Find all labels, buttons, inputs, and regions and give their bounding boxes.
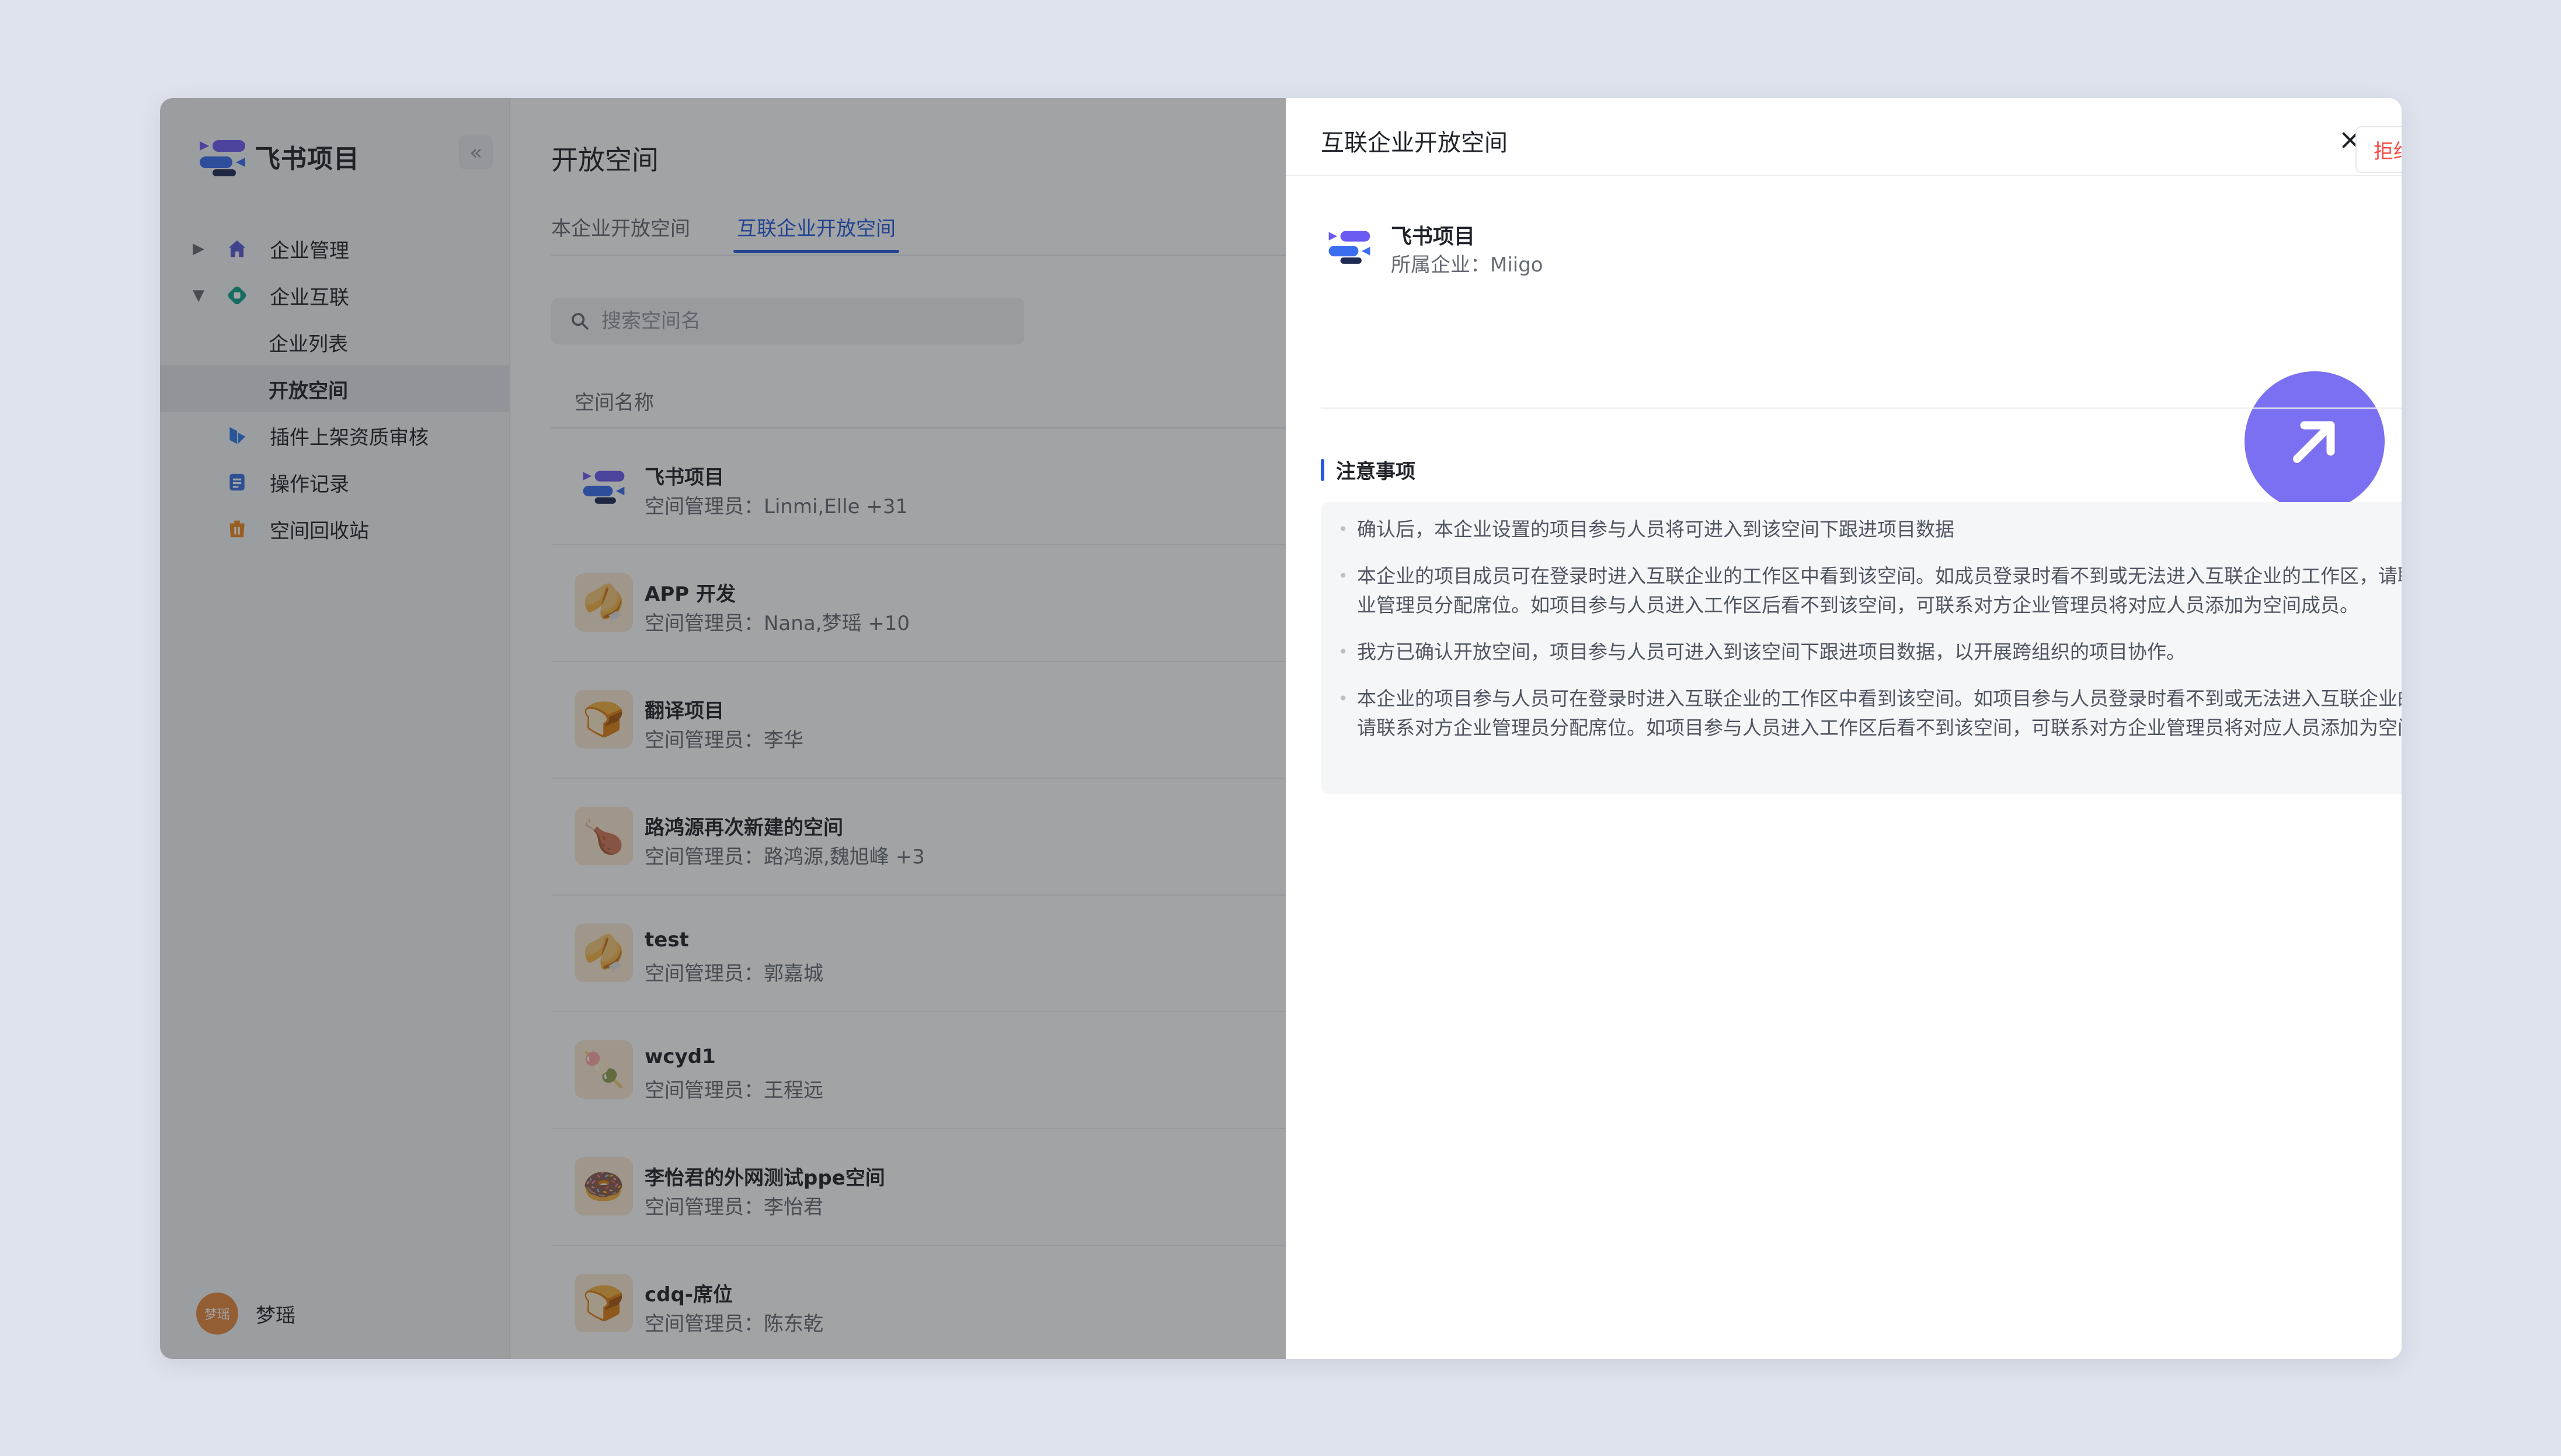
notes-heading: 注意事项 — [1321, 455, 1415, 484]
notes-list: 确认后，本企业设置的项目参与人员将可进入到该空间下跟进项目数据 本企业的项目成员… — [1321, 502, 2402, 794]
drawer-header-divider — [1286, 175, 2402, 176]
drawer-title: 互联企业开放空间 — [1321, 130, 1508, 156]
note-item: 确认后，本企业设置的项目参与人员将可进入到该空间下跟进项目数据 — [1338, 515, 2402, 544]
invitation-space-name: 飞书项目 — [1391, 225, 1476, 249]
section-divider — [1321, 407, 2402, 409]
note-item: 本企业的项目成员可在登录时进入互联企业的工作区中看到该空间。如成员登录时看不到或… — [1338, 562, 2402, 620]
click-pointer-indicator — [2245, 371, 2385, 511]
note-item: 我方已确认开放空间，项目参与人员可进入到该空间下跟进项目数据，以开展跨组织的项目… — [1338, 638, 2402, 667]
modal-mask[interactable] — [160, 98, 1286, 1359]
feishu-project-logo-icon — [1328, 231, 1370, 264]
reject-button[interactable]: 拒绝 — [2355, 126, 2402, 173]
invitation-organization: 所属企业：Miigo — [1391, 253, 1543, 277]
arrow-up-right-icon — [2293, 421, 2335, 463]
note-item: 本企业的项目参与人员可在登录时进入互联企业的工作区中看到该空间。如项目参与人员登… — [1338, 684, 2402, 743]
app-window: 飞书项目 « ▶ 企业管理 ▼ 企业互联 企业列表 开放空间 插件上架资质审核 … — [160, 98, 2402, 1359]
interconnect-space-drawer: 互联企业开放空间 飞书项目 所属企业：Miigo 拒绝 确认 — [1286, 98, 2402, 1359]
notes-title: 注意事项 — [1336, 460, 1415, 483]
heading-accent-bar — [1321, 458, 1324, 481]
